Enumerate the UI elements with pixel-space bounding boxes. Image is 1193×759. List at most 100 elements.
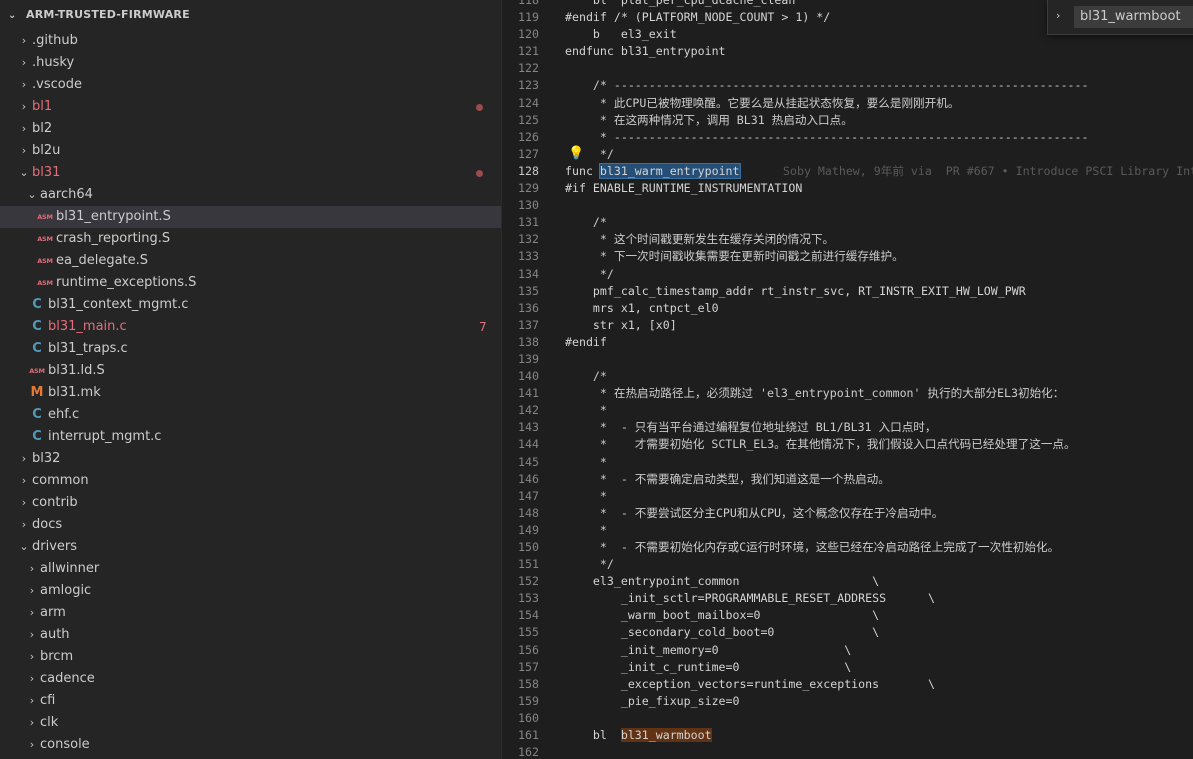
explorer-title[interactable]: ⌄ ARM-TRUSTED-FIRMWARE xyxy=(0,0,501,30)
code-line[interactable]: 154 _warm_boot_mailbox=0 \ xyxy=(502,607,1193,624)
tree-file[interactable]: Cbl31_context_mgmt.c xyxy=(0,294,501,316)
code-line[interactable]: 128 func bl31_warm_entrypoint Soby Mathew,… xyxy=(502,162,1193,180)
code-text: el3_entrypoint_common \ xyxy=(565,574,880,589)
tree-file[interactable]: Cehf.c xyxy=(0,404,501,426)
code-text: /* -------------------------------------… xyxy=(565,78,1089,93)
code-line[interactable]: 131 /* xyxy=(502,214,1193,231)
code-line[interactable]: 121 endfunc bl31_entrypoint xyxy=(502,43,1193,60)
tree-folder[interactable]: › arm xyxy=(0,602,501,624)
code-line[interactable]: 125 * 在这两种情况下，调用 BL31 热启动入口点。 xyxy=(502,112,1193,129)
code-line[interactable]: 151 */ xyxy=(502,556,1193,573)
tree-file[interactable]: Mbl31.mk xyxy=(0,382,501,404)
tree-folder[interactable]: › bl32 xyxy=(0,448,501,470)
tree-file[interactable]: ASM ea_delegate.S xyxy=(0,250,501,272)
tree-folder[interactable]: › clk xyxy=(0,712,501,734)
line-number: 141 xyxy=(518,386,539,401)
code-line[interactable]: 132 * 这个时间戳更新发生在缓存关闭的情况下。 xyxy=(502,231,1193,248)
selected-symbol[interactable]: bl31_warm_entrypoint xyxy=(598,162,741,179)
tree-file[interactable]: ASM crash_reporting.S xyxy=(0,228,501,250)
tree-file[interactable]: Cinterrupt_mgmt.c xyxy=(0,426,501,448)
tree-folder[interactable]: › amlogic xyxy=(0,580,501,602)
chevron-right-icon: › xyxy=(21,122,27,135)
tree-item-label: brcm xyxy=(40,649,74,664)
tree-folder[interactable]: › bl1 xyxy=(0,96,501,118)
code-line[interactable]: 157 _init_c_runtime=0 \ xyxy=(502,659,1193,676)
tree-folder[interactable]: › .husky xyxy=(0,52,501,74)
code-line[interactable]: 127 💡 */ xyxy=(502,146,1193,163)
code-line[interactable]: 122 xyxy=(502,60,1193,77)
code-line[interactable]: 150 * - 不需要初始化内存或C运行时环境，这些已经在冷启动路径上完成了一次… xyxy=(502,539,1193,556)
tree-folder[interactable]: › bl2u xyxy=(0,140,501,162)
tree-file[interactable]: ASM bl31.ld.S xyxy=(0,360,501,382)
code-line[interactable]: 136 mrs x1, cntpct_el0 xyxy=(502,300,1193,317)
code-line[interactable]: 144 * 才需要初始化 SCTLR_EL3。在其他情况下，我们假设入口点代码已… xyxy=(502,436,1193,453)
code-line[interactable]: 159 _pie_fixup_size=0 xyxy=(502,693,1193,710)
tree-folder[interactable]: ⌄ drivers xyxy=(0,536,501,558)
line-number: 140 xyxy=(518,369,539,384)
tree-item-label: arm xyxy=(40,605,66,620)
code-line[interactable]: 139 xyxy=(502,351,1193,368)
code-text: * xyxy=(565,488,607,503)
tree-file[interactable]: Cbl31_main.c 7 xyxy=(0,316,501,338)
code-line[interactable]: 161 bl bl31_warmboot xyxy=(502,727,1193,744)
tree-folder[interactable]: › docs xyxy=(0,514,501,536)
tree-file[interactable]: Cbl31_traps.c xyxy=(0,338,501,360)
tree-folder[interactable]: ⌄ bl31 xyxy=(0,162,501,184)
tree-item-label: crash_reporting.S xyxy=(56,231,171,246)
code-line[interactable]: 138 #endif xyxy=(502,334,1193,351)
find-input[interactable]: bl31_warmboot Aa xyxy=(1074,6,1193,28)
tree-folder[interactable]: › cfi xyxy=(0,690,501,712)
tree-folder[interactable]: ⌄ aarch64 xyxy=(0,184,501,206)
tree-file[interactable]: ASM bl31_entrypoint.S xyxy=(0,206,501,228)
code-line[interactable]: 137 str x1, [x0] xyxy=(502,317,1193,334)
code-line[interactable]: 162 xyxy=(502,744,1193,759)
code-text: _init_c_runtime=0 \ xyxy=(565,659,852,674)
code-line[interactable]: 155 _secondary_cold_boot=0 \ xyxy=(502,624,1193,641)
code-text: * - 不要尝试区分主CPU和从CPU，这个概念仅存在于冷启动中。 xyxy=(565,505,944,520)
code-line[interactable]: 143 * - 只有当平台通过编程复位地址绕过 BL1/BL31 入口点时， xyxy=(502,419,1193,436)
tree-file[interactable]: ASM runtime_exceptions.S xyxy=(0,272,501,294)
tree-folder[interactable]: › auth xyxy=(0,624,501,646)
code-editor[interactable]: 118 bl plat_per_cpu_dcache_clean 119 #endi… xyxy=(502,0,1193,759)
tree-folder[interactable]: › cadence xyxy=(0,668,501,690)
code-line[interactable]: 149 * xyxy=(502,522,1193,539)
code-line[interactable]: 142 * xyxy=(502,402,1193,419)
tree-folder[interactable]: › brcm xyxy=(0,646,501,668)
chevron-right-icon[interactable]: › xyxy=(1056,9,1060,22)
tree-folder[interactable]: › contrib xyxy=(0,492,501,514)
tree-folder[interactable]: › console xyxy=(0,734,501,756)
code-line[interactable]: 134 */ xyxy=(502,266,1193,283)
tree-item-label: auth xyxy=(40,627,70,642)
code-line[interactable]: 129 #if ENABLE_RUNTIME_INSTRUMENTATION xyxy=(502,180,1193,197)
code-line[interactable]: 126 * ----------------------------------… xyxy=(502,129,1193,146)
tree-folder[interactable]: › bl2 xyxy=(0,118,501,140)
code-line[interactable]: 130 xyxy=(502,197,1193,214)
code-line[interactable]: 124 * 此CPU已被物理唤醒。它要么是从挂起状态恢复，要么是刚刚开机。 xyxy=(502,95,1193,112)
line-number: 162 xyxy=(518,745,539,759)
code-line[interactable]: 156 _init_memory=0 \ xyxy=(502,642,1193,659)
line-number: 150 xyxy=(518,540,539,554)
code-line[interactable]: 152 el3_entrypoint_common \ xyxy=(502,573,1193,590)
code-line[interactable]: 146 * - 不需要确定启动类型，我们知道这是一个热启动。 xyxy=(502,471,1193,488)
code-line[interactable]: 145 * xyxy=(502,454,1193,471)
find-match[interactable]: bl31_warmboot xyxy=(620,728,712,743)
code-line[interactable]: 147 * xyxy=(502,488,1193,505)
code-line[interactable]: 141 * 在热启动路径上，必须跳过 'el3_entrypoint_commo… xyxy=(502,385,1193,402)
tree-folder[interactable]: › .vscode xyxy=(0,74,501,96)
tree-folder[interactable]: › .github xyxy=(0,30,501,52)
code-line[interactable]: 148 * - 不要尝试区分主CPU和从CPU，这个概念仅存在于冷启动中。 xyxy=(502,505,1193,522)
tree-item-label: bl1 xyxy=(32,99,53,114)
code-line[interactable]: 133 * 下一次时间戳收集需要在更新时间戳之前进行缓存维护。 xyxy=(502,248,1193,265)
code-line[interactable]: 123 /* ---------------------------------… xyxy=(502,77,1193,94)
code-line[interactable]: 140 /* xyxy=(502,368,1193,385)
tree-folder[interactable]: › common xyxy=(0,470,501,492)
code-line[interactable]: 158 _exception_vectors=runtime_exception… xyxy=(502,676,1193,693)
code-line[interactable]: 153 _init_sctlr=PROGRAMMABLE_RESET_ADDRE… xyxy=(502,590,1193,607)
code-text: _secondary_cold_boot=0 \ xyxy=(565,625,880,640)
chevron-right-icon: › xyxy=(21,100,27,113)
code-line[interactable]: 160 xyxy=(502,710,1193,727)
code-line[interactable]: 135 pmf_calc_timestamp_addr rt_instr_svc… xyxy=(502,283,1193,300)
code-text: _pie_fixup_size=0 xyxy=(565,693,740,708)
code-text: * - 只有当平台通过编程复位地址绕过 BL1/BL31 入口点时， xyxy=(565,420,937,435)
tree-folder[interactable]: › allwinner xyxy=(0,558,501,580)
